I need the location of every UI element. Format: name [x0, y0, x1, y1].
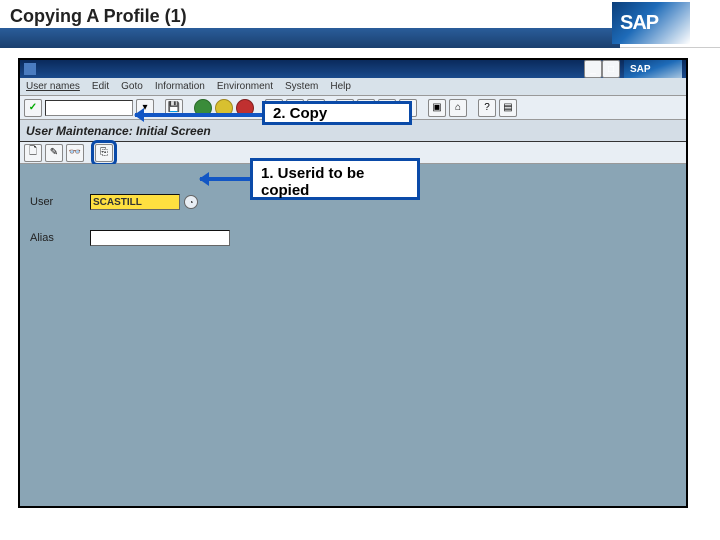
- alias-input[interactable]: [90, 230, 230, 246]
- window-icon: [24, 63, 36, 75]
- display-button[interactable]: 👓: [66, 144, 84, 162]
- alias-label: Alias: [30, 232, 90, 244]
- window-min-button[interactable]: _: [584, 60, 602, 78]
- callout-userid: 1. Userid to be copied: [250, 158, 420, 200]
- menu-system[interactable]: System: [285, 81, 318, 92]
- callout-copy: 2. Copy: [262, 101, 412, 125]
- user-label: User: [30, 196, 90, 208]
- create-button[interactable]: 🗋: [24, 144, 42, 162]
- menubar: User names Edit Goto Information Environ…: [20, 78, 686, 96]
- sap-mini-logo: SAP: [624, 60, 682, 78]
- menu-help[interactable]: Help: [330, 81, 351, 92]
- window-titlebar: _ □ SAP: [20, 60, 686, 78]
- help-button[interactable]: ?: [478, 99, 496, 117]
- menu-goto[interactable]: Goto: [121, 81, 143, 92]
- menu-environment[interactable]: Environment: [217, 81, 273, 92]
- arrow-to-copy-button: [135, 113, 263, 117]
- copy-button[interactable]: ⎘: [95, 144, 113, 162]
- layout-button[interactable]: ▤: [499, 99, 517, 117]
- sap-gui-window: _ □ SAP User names Edit Goto Information…: [18, 58, 688, 508]
- slide-accent-bar: [0, 28, 620, 48]
- arrow-to-user-field: [200, 177, 250, 181]
- menu-edit[interactable]: Edit: [92, 81, 109, 92]
- command-field[interactable]: [45, 100, 133, 116]
- menu-usernames[interactable]: User names: [26, 81, 80, 92]
- menu-information[interactable]: Information: [155, 81, 205, 92]
- slide-header: Copying A Profile (1) SAP: [0, 0, 720, 48]
- change-button[interactable]: ✎: [45, 144, 63, 162]
- enter-button[interactable]: ✓: [24, 99, 42, 117]
- shortcut-button[interactable]: ⌂: [449, 99, 467, 117]
- new-session-button[interactable]: ▣: [428, 99, 446, 117]
- user-input[interactable]: [90, 194, 180, 210]
- alias-field-row: Alias: [30, 230, 676, 246]
- screen-body: User ◔ Alias: [20, 164, 686, 508]
- window-max-button[interactable]: □: [602, 60, 620, 78]
- sap-logo: SAP: [612, 2, 690, 44]
- f4-help-button[interactable]: ◔: [184, 195, 198, 209]
- slide-title: Copying A Profile (1): [10, 6, 187, 27]
